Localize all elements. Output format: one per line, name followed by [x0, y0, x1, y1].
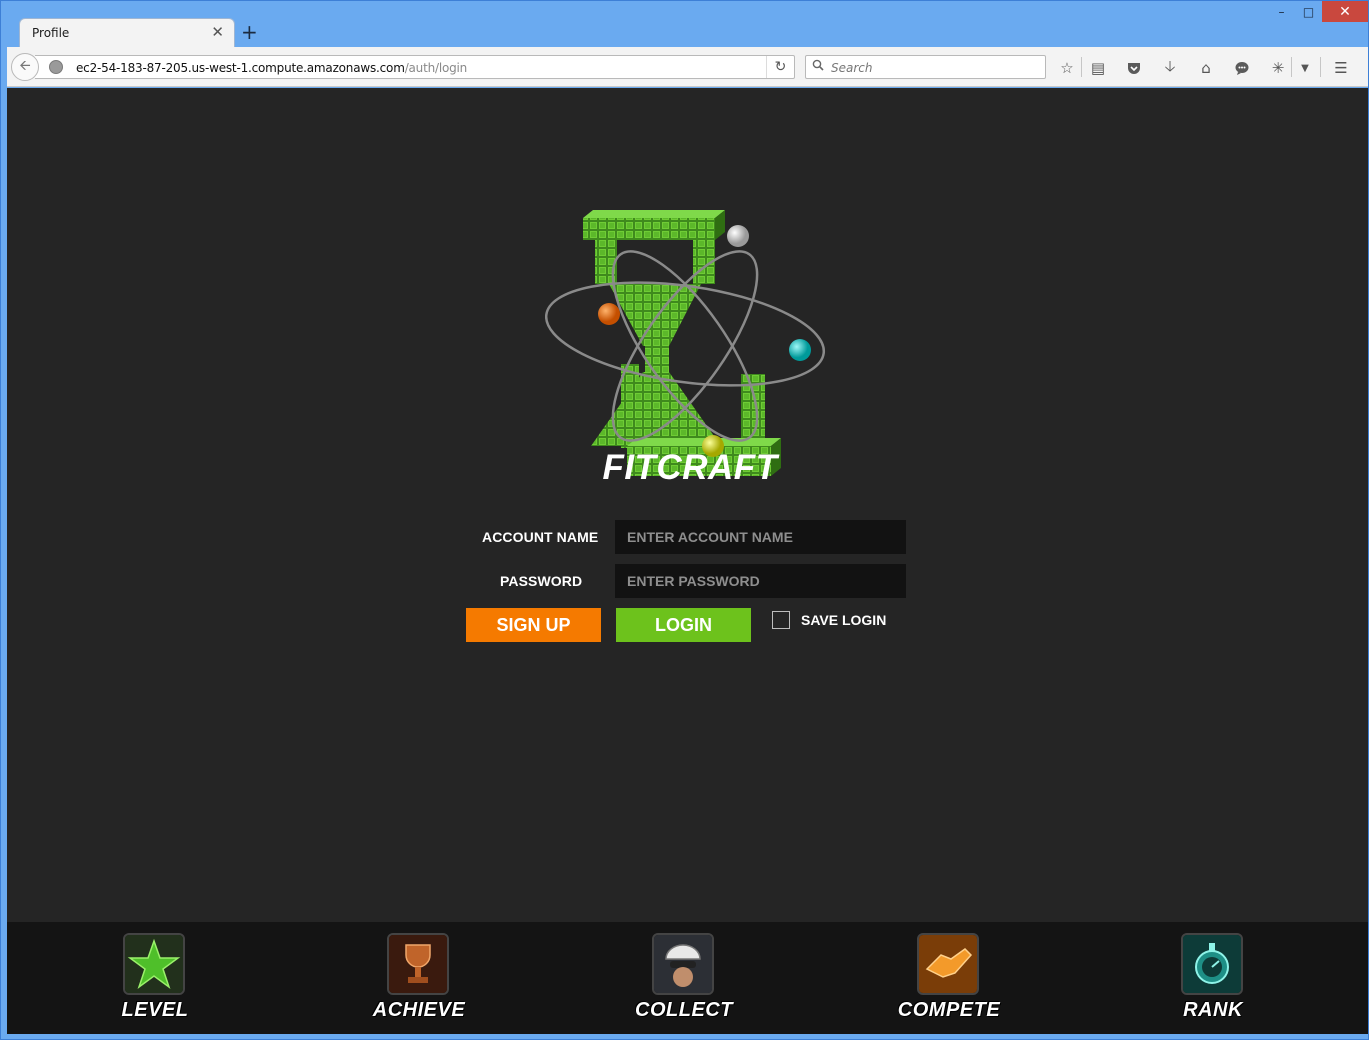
save-login-checkbox[interactable]: [772, 611, 790, 629]
sign-up-button[interactable]: SIGN UP: [466, 608, 601, 642]
password-input[interactable]: [615, 564, 906, 598]
fitcraft-logo: FITCRAFT: [544, 186, 835, 498]
new-tab-icon[interactable]: +: [241, 20, 258, 44]
save-login-label: SAVE LOGIN: [801, 612, 887, 628]
address-bar[interactable]: ec2-54-183-87-205.us-west-1.compute.amaz…: [35, 55, 795, 79]
footer-label-compete: COMPETE: [897, 999, 1001, 1021]
hamburger-menu-icon[interactable]: ☰: [1330, 57, 1352, 79]
toolbar-separator: [1320, 57, 1321, 77]
url-host: ec2-54-183-87-205.us-west-1.compute.amaz…: [76, 61, 405, 75]
navigation-toolbar: ec2-54-183-87-205.us-west-1.compute.amaz…: [7, 47, 1368, 87]
footer-label-achieve: ACHIEVE: [372, 999, 466, 1021]
pocket-icon[interactable]: [1123, 57, 1145, 79]
back-icon[interactable]: 🡨: [11, 53, 39, 81]
close-window-icon[interactable]: ✕: [1322, 1, 1368, 22]
search-bar[interactable]: Search: [805, 55, 1046, 79]
stopwatch-icon: [1181, 933, 1243, 995]
window-controls: – □ ✕: [1268, 1, 1368, 23]
home-icon[interactable]: ⌂: [1195, 57, 1217, 79]
search-placeholder: Search: [831, 61, 873, 75]
actions-row: SIGN UP LOGIN SAVE LOGIN: [465, 608, 925, 642]
footer-item-achieve[interactable]: ACHIEVE: [319, 933, 519, 1028]
password-row: PASSWORD: [465, 564, 925, 598]
close-tab-icon[interactable]: ✕: [211, 23, 224, 41]
chat-icon[interactable]: [1231, 57, 1253, 79]
maximize-icon[interactable]: □: [1295, 1, 1322, 22]
search-icon: [812, 59, 824, 74]
extension-icon[interactable]: ✳: [1267, 57, 1289, 79]
footer-item-level[interactable]: LEVEL: [55, 933, 255, 1028]
footer-item-rank[interactable]: RANK: [1113, 933, 1313, 1028]
footer-nav: LEVEL ACHIEVE COLLECT COMPETE RANK: [7, 922, 1368, 1034]
browser-window: – □ ✕ Profile ✕ + ec2-54-183-87-205.us-w…: [0, 0, 1369, 1040]
url-path: /auth/login: [404, 61, 468, 75]
reload-icon[interactable]: ↻: [766, 56, 794, 78]
save-login-toggle[interactable]: SAVE LOGIN: [772, 611, 886, 629]
footer-label-level: LEVEL: [121, 999, 189, 1021]
cyclist-icon: [652, 933, 714, 995]
account-name-label: ACCOUNT NAME: [482, 529, 599, 545]
site-identity-icon[interactable]: [49, 60, 63, 74]
toolbar-separator: [1081, 57, 1082, 77]
browser-tab[interactable]: Profile ✕: [19, 18, 235, 48]
handshake-icon: [917, 933, 979, 995]
star-icon: [123, 933, 185, 995]
minimize-icon[interactable]: –: [1268, 1, 1295, 22]
url-text: ec2-54-183-87-205.us-west-1.compute.amaz…: [76, 61, 467, 75]
password-label: PASSWORD: [500, 573, 583, 589]
chevron-down-icon[interactable]: ▼: [1294, 57, 1316, 79]
footer-label-collect: COLLECT: [635, 999, 733, 1021]
download-icon[interactable]: 🡣: [1159, 57, 1181, 79]
toolbar-separator: [1291, 57, 1292, 77]
footer-item-collect[interactable]: COLLECT: [584, 933, 784, 1028]
reading-list-icon[interactable]: ▤: [1087, 57, 1109, 79]
trophy-icon: [387, 933, 449, 995]
login-button[interactable]: LOGIN: [616, 608, 751, 642]
page-content: FITCRAFT ACCOUNT NAME PASSWORD SIGN UP L…: [7, 88, 1368, 1034]
account-name-input[interactable]: [615, 520, 906, 554]
footer-item-compete[interactable]: COMPETE: [849, 933, 1049, 1028]
bookmark-star-icon[interactable]: ☆: [1056, 57, 1078, 79]
brand-wordmark: FITCRAFT: [602, 448, 778, 487]
footer-label-rank: RANK: [1183, 999, 1243, 1021]
tab-title: Profile: [32, 26, 70, 40]
account-row: ACCOUNT NAME: [465, 520, 925, 554]
title-bar: – □ ✕ Profile ✕ +: [1, 1, 1368, 48]
